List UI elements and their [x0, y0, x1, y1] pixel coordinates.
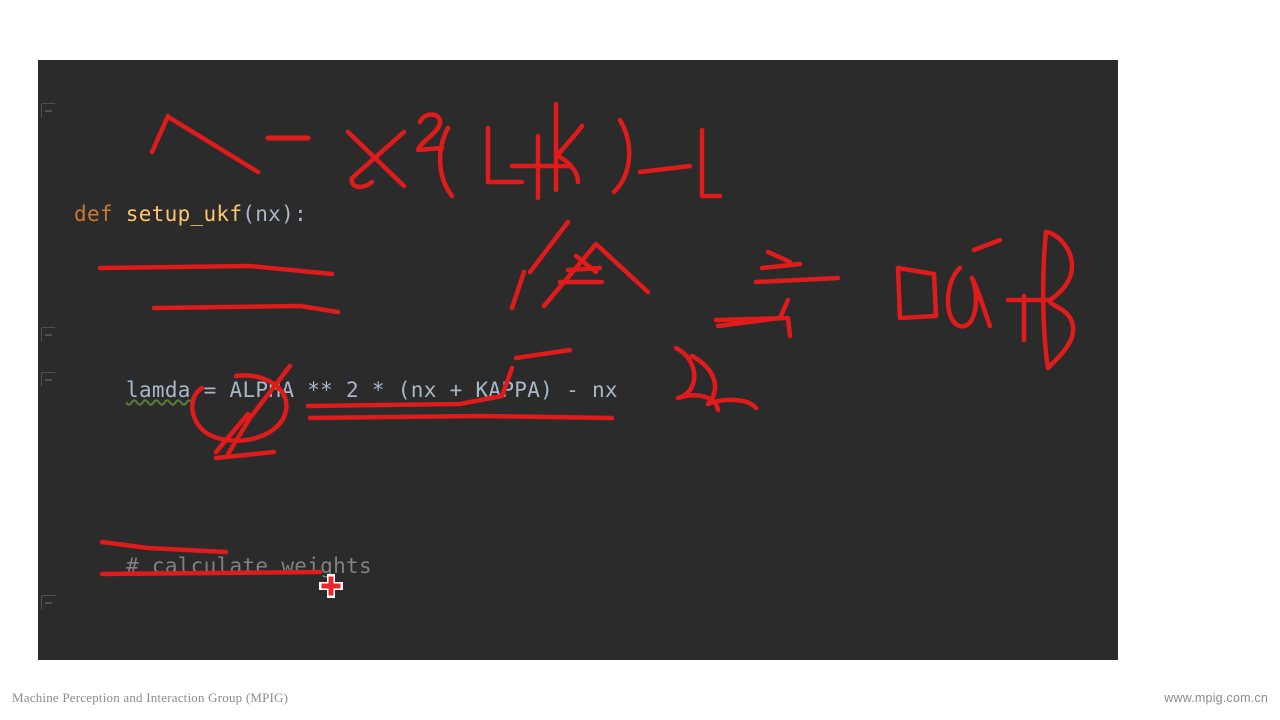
code-line-def[interactable]: def setup_ukf(nx): — [64, 192, 1118, 236]
code-line-lamda[interactable]: lamda = ALPHA ** 2 * (nx + KAPPA) - nx — [64, 368, 1118, 412]
fold-marker-for[interactable] — [41, 327, 56, 342]
fold-marker-wm-append[interactable] — [41, 372, 56, 387]
code-text-area[interactable]: def setup_ukf(nx): lamda = ALPHA ** 2 * … — [64, 60, 1118, 660]
fold-marker-return[interactable] — [41, 595, 56, 610]
indent-2 — [74, 554, 126, 578]
footer-organization: Machine Perception and Interaction Group… — [12, 690, 289, 705]
lamda-expression: = ALPHA ** 2 * (nx + KAPPA) - nx — [190, 378, 618, 402]
cursor-cross-fill — [321, 576, 341, 596]
variable-lamda: lamda — [126, 378, 191, 402]
footer-website: www.mpig.com.cn — [1164, 691, 1268, 705]
keyword-def: def — [74, 202, 113, 226]
indent-1 — [74, 378, 126, 402]
function-params: (nx): — [242, 202, 308, 226]
fold-marker-def[interactable] — [41, 103, 56, 118]
function-name-setup-ukf: setup_ukf — [125, 202, 243, 226]
code-line-comment[interactable]: # calculate weights — [64, 544, 1118, 588]
code-editor-panel: def setup_ukf(nx): lamda = ALPHA ** 2 * … — [38, 60, 1118, 660]
space-1 — [113, 202, 126, 226]
editor-gutter — [38, 60, 64, 660]
footer: Machine Perception and Interaction Group… — [0, 690, 1280, 720]
red-cross-cursor[interactable] — [318, 573, 344, 599]
